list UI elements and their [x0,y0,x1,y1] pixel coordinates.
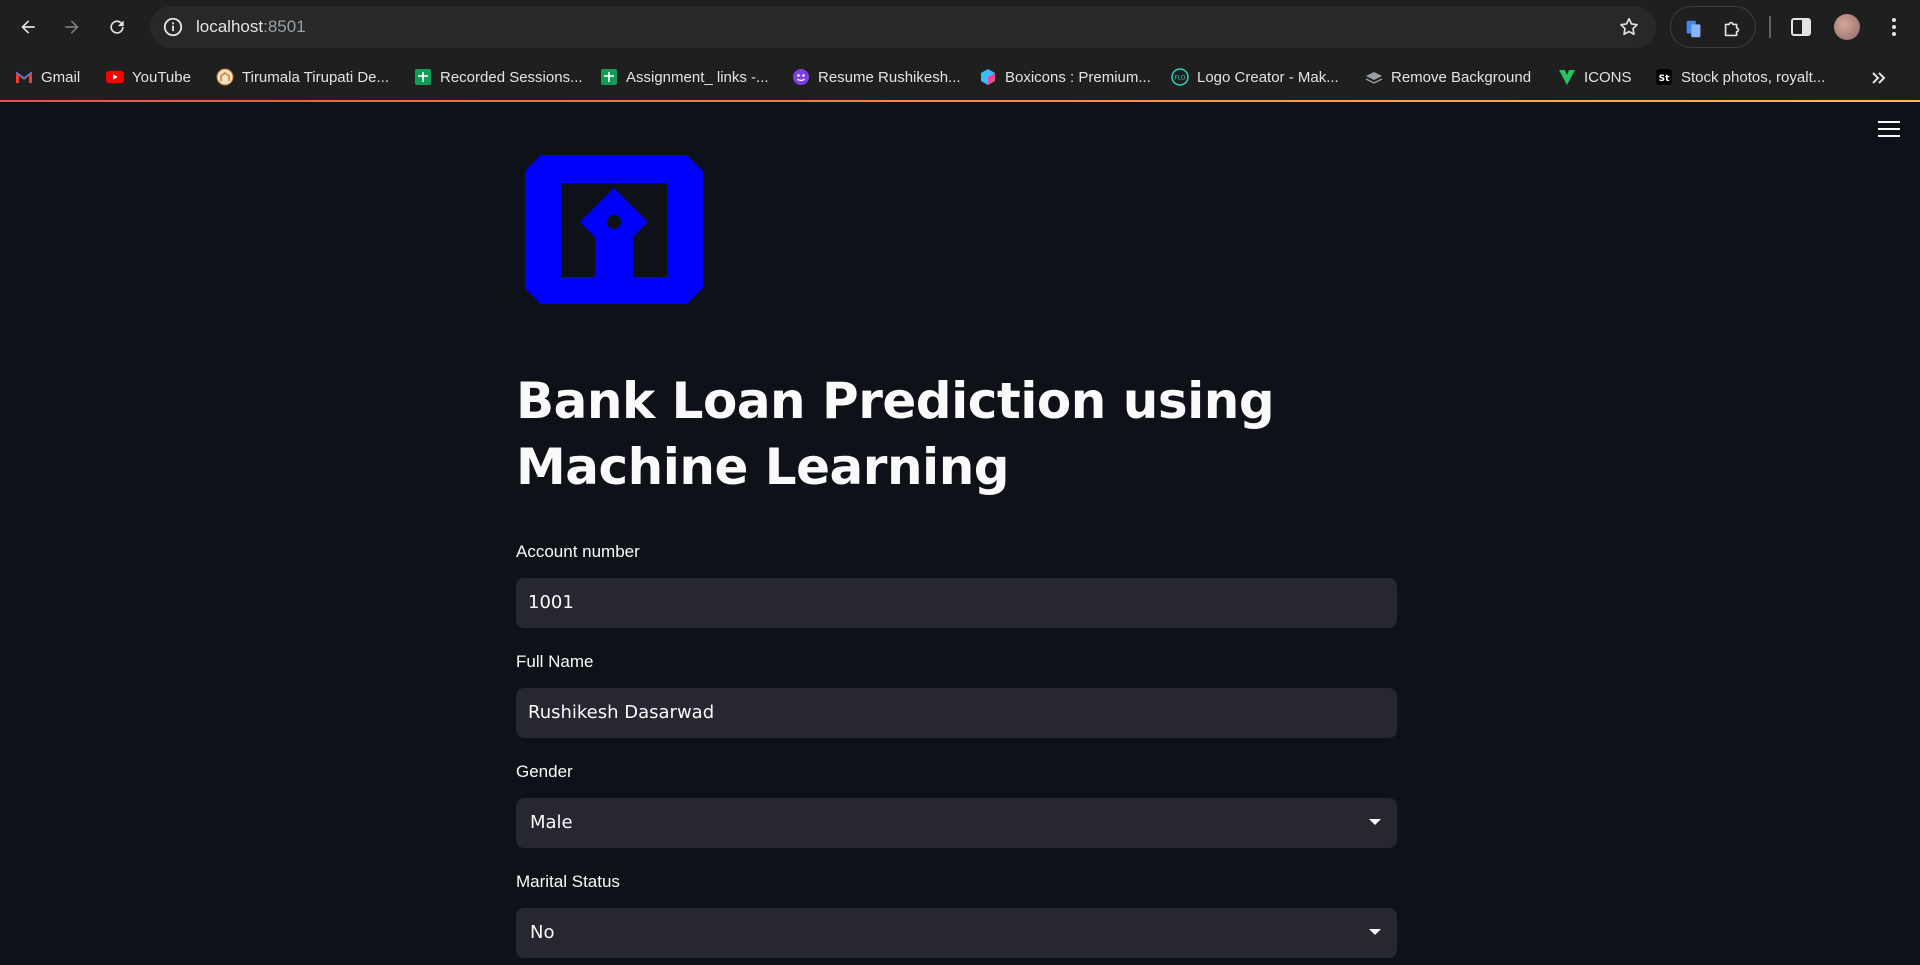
marital-status-select[interactable]: No [516,908,1397,958]
bookmark-label: Resume Rushikesh... [818,68,961,86]
side-panel-icon[interactable] [1789,15,1813,39]
v-icon [1558,68,1576,86]
temple-icon [216,68,234,86]
chevron-double-right-icon[interactable] [1868,67,1890,89]
bookmark-stock-photos[interactable]: St Stock photos, royalt... [1655,64,1825,90]
gender-selected-value: Male [530,812,573,833]
browser-toolbar: localhost:8501 [0,0,1920,54]
main-menu-button[interactable] [1878,121,1900,139]
menu-bar [1878,121,1900,123]
sheets-icon [600,68,618,86]
forward-button[interactable] [57,12,87,42]
url-port: :8501 [263,17,306,36]
bank-logo [525,155,703,304]
forward-arrow-icon [65,20,79,34]
back-arrow-icon [21,20,35,34]
gender-label: Gender [516,762,573,781]
smiley-icon [792,68,810,86]
page-title: Bank Loan Prediction using Machine Learn… [516,372,1275,496]
bookmark-boxicons[interactable]: Boxicons : Premium... [979,64,1151,90]
bookmark-label: YouTube [132,68,191,86]
bookmarks-bar: Gmail YouTube Tirumala Tirupati De... Re… [0,54,1920,100]
account-number-label: Account number [516,542,640,561]
extensions-group [1670,6,1756,48]
account-number-input[interactable]: 1001 [516,578,1397,628]
st-icon-text: St [1659,74,1670,84]
address-bar[interactable]: localhost:8501 [150,6,1656,48]
sheets-icon [414,68,432,86]
bookmark-label: Tirumala Tirupati De... [242,68,389,86]
menu-bar [1878,128,1900,130]
bookmark-label: Remove Background [1391,68,1532,86]
marital-status-selected-value: No [530,922,555,943]
bookmark-assignment-links[interactable]: Assignment_ links -... [600,64,769,90]
flo-icon-text: FLO [1174,75,1186,82]
bookmark-label: Boxicons : Premium... [1005,68,1151,86]
bookmark-label: Gmail [41,68,81,86]
account-number-value: 1001 [528,592,574,613]
gmail-icon [15,68,33,86]
flo-icon: FLO [1171,68,1189,86]
bookmark-label: Assignment_ links -... [626,68,769,86]
bookmark-gmail[interactable]: Gmail [15,64,80,90]
bookmark-resume[interactable]: Resume Rushikesh... [792,64,961,90]
youtube-icon [106,68,124,86]
full-name-label: Full Name [516,652,594,671]
chevron-down-icon [1369,929,1381,935]
site-info-icon[interactable] [162,16,184,38]
url-host: localhost [196,17,264,36]
reload-icon [110,20,124,34]
st-icon: St [1655,68,1673,86]
marital-status-label: Marital Status [516,872,620,891]
bookmark-label: Recorded Sessions... [440,68,583,86]
reload-button[interactable] [102,12,132,42]
back-button[interactable] [13,12,43,42]
full-name-input[interactable]: Rushikesh Dasarwad [516,688,1397,738]
bookmark-recorded-sessions[interactable]: Recorded Sessions... [414,64,583,90]
browser-menu-icon[interactable] [1882,15,1906,39]
url-text[interactable]: localhost:8501 [196,17,306,37]
profile-avatar[interactable] [1834,14,1860,40]
bookmark-label: Stock photos, royalt... [1681,68,1826,86]
bookmark-logo-creator[interactable]: FLO Logo Creator - Mak... [1171,64,1339,90]
toolbar-divider [1769,16,1771,38]
box-icon [979,68,997,86]
bookmark-tirumala[interactable]: Tirumala Tirupati De... [216,64,389,90]
puzzle-extension-icon[interactable] [1721,18,1743,40]
menu-bar [1878,135,1900,137]
chevron-down-icon [1369,819,1381,825]
layers-icon [1365,68,1383,86]
bookmark-remove-background[interactable]: Remove Background [1365,64,1531,90]
bookmark-star-icon[interactable] [1618,16,1640,38]
full-name-value: Rushikesh Dasarwad [528,702,715,723]
bookmark-label: Logo Creator - Mak... [1197,68,1339,86]
gender-select[interactable]: Male [516,798,1397,848]
app-header-decoration [0,100,1920,102]
bookmark-label: ICONS [1584,68,1632,86]
bookmark-icons[interactable]: ICONS [1558,64,1632,90]
docs-extension-icon[interactable] [1683,18,1705,40]
bookmark-youtube[interactable]: YouTube [106,64,191,90]
